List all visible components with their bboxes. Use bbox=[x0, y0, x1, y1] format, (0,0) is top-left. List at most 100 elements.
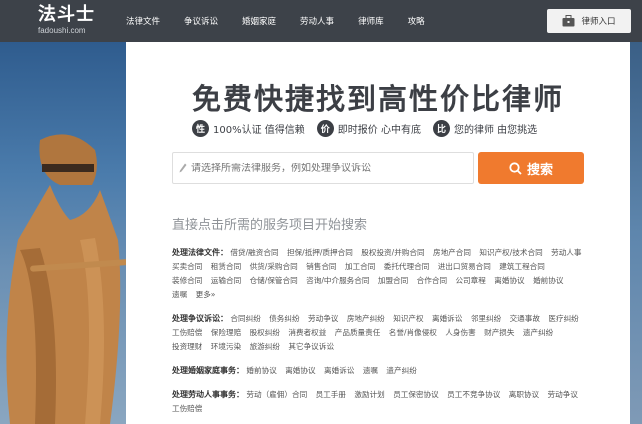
category-disputes: 处理争议诉讼： 合同纠纷 债务纠纷 劳动争议 房地产纠纷 知识产权 离婚诉讼 邻… bbox=[172, 312, 588, 354]
service-link[interactable]: 房地产合同 bbox=[433, 248, 471, 257]
service-link[interactable]: 劳动争议 bbox=[548, 390, 578, 399]
service-link[interactable]: 销售合同 bbox=[306, 262, 336, 271]
service-link[interactable]: 建筑工程合同 bbox=[499, 262, 545, 271]
service-link[interactable]: 买卖合同 bbox=[172, 262, 202, 271]
service-link[interactable]: 房地产纠纷 bbox=[347, 314, 385, 323]
logo-text: 法斗士 bbox=[38, 4, 95, 25]
service-link[interactable]: 婚前协议 bbox=[246, 366, 276, 375]
service-link[interactable]: 咨询/中介服务合同 bbox=[306, 276, 369, 285]
search-input[interactable] bbox=[191, 162, 461, 174]
nav-item-labor[interactable]: 劳动人事 bbox=[300, 15, 334, 27]
feature-text: 您的律师 由您挑选 bbox=[453, 125, 538, 136]
nav-item-lawyers[interactable]: 律师库 bbox=[358, 15, 384, 27]
service-link[interactable]: 人身伤害 bbox=[445, 328, 475, 337]
service-link[interactable]: 离职协议 bbox=[509, 390, 539, 399]
category-links: 借贷/融资合同 担保/抵押/质押合同 股权投资/并购合同 房地产合同 知识产权/… bbox=[172, 248, 588, 299]
service-link[interactable]: 离婚诉讼 bbox=[432, 314, 462, 323]
service-link[interactable]: 名誉/肖像侵权 bbox=[389, 328, 437, 337]
feature-choose-lawyer: 比 您的律师 由您挑选 bbox=[432, 120, 538, 137]
service-link[interactable]: 加盟合同 bbox=[378, 276, 408, 285]
service-link[interactable]: 合同纠纷 bbox=[230, 314, 260, 323]
pencil-icon bbox=[179, 163, 187, 173]
service-link[interactable]: 交通事故 bbox=[510, 314, 540, 323]
top-header: 法斗士 fadoushi.com 法律文件 争议诉讼 婚姻家庭 劳动人事 律师库… bbox=[0, 0, 642, 42]
feature-instant-quote: 价 即时报价 心中有底 bbox=[316, 120, 421, 137]
service-categories: 处理法律文件： 借贷/融资合同 担保/抵押/质押合同 股权投资/并购合同 房地产… bbox=[172, 246, 588, 424]
service-link[interactable]: 离婚协议 bbox=[494, 276, 524, 285]
service-link[interactable]: 邻里纠纷 bbox=[471, 314, 501, 323]
category-title: 处理法律文件： bbox=[172, 248, 228, 257]
category-labor: 处理劳动人事事务： 劳动（雇佣）合同 员工手册 激励计划 员工保密协议 员工不竞… bbox=[172, 388, 588, 416]
category-family: 处理婚姻家庭事务： 婚前协议 离婚协议 离婚诉讼 遗嘱 遗产纠纷 bbox=[172, 364, 588, 378]
feature-list: 性 100%认证 值得信赖 价 即时报价 心中有底 比 您的律师 由您挑选 bbox=[192, 120, 549, 137]
service-link[interactable]: 知识产权 bbox=[393, 314, 423, 323]
service-link[interactable]: 工伤赔偿 bbox=[172, 328, 202, 337]
service-link[interactable]: 环境污染 bbox=[211, 342, 241, 351]
search-field[interactable] bbox=[172, 152, 474, 184]
service-link[interactable]: 遗嘱 bbox=[363, 366, 378, 375]
service-link[interactable]: 加工合同 bbox=[345, 262, 375, 271]
nav-item-guides[interactable]: 攻略 bbox=[408, 15, 425, 27]
service-link[interactable]: 知识产权/技术合同 bbox=[479, 248, 542, 257]
category-title: 处理劳动人事事务： bbox=[172, 390, 244, 399]
nav-item-family[interactable]: 婚姻家庭 bbox=[242, 15, 276, 27]
feature-badge-icon: 价 bbox=[316, 120, 334, 137]
feature-certified: 性 100%认证 值得信赖 bbox=[192, 120, 305, 137]
service-link[interactable]: 租赁合同 bbox=[211, 262, 241, 271]
category-links: 合同纠纷 债务纠纷 劳动争议 房地产纠纷 知识产权 离婚诉讼 邻里纠纷 交通事故… bbox=[172, 314, 585, 351]
service-link[interactable]: 装修合同 bbox=[172, 276, 202, 285]
service-link[interactable]: 激励计划 bbox=[354, 390, 384, 399]
category-title: 处理婚姻家庭事务： bbox=[172, 366, 244, 375]
category-legal-documents: 处理法律文件： 借贷/融资合同 担保/抵押/质押合同 股权投资/并购合同 房地产… bbox=[172, 246, 588, 302]
service-link[interactable]: 供货/采购合同 bbox=[250, 262, 298, 271]
feature-badge-icon: 性 bbox=[192, 120, 209, 137]
service-link[interactable]: 财产损失 bbox=[484, 328, 514, 337]
lawyer-entry-button[interactable]: 律师入口 bbox=[547, 9, 631, 33]
service-link[interactable]: 旅游纠纷 bbox=[250, 342, 280, 351]
nav-item-legal-documents[interactable]: 法律文件 bbox=[126, 15, 160, 27]
feature-text: 100%认证 值得信赖 bbox=[213, 125, 305, 136]
service-link[interactable]: 遗产纠纷 bbox=[386, 366, 416, 375]
nav-item-disputes[interactable]: 争议诉讼 bbox=[184, 15, 218, 27]
service-link[interactable]: 婚前协议 bbox=[533, 276, 563, 285]
service-link[interactable]: 劳动（雇佣）合同 bbox=[246, 390, 307, 399]
service-link[interactable]: 投资理财 bbox=[172, 342, 202, 351]
service-link[interactable]: 员工保密协议 bbox=[393, 390, 439, 399]
category-title: 处理争议诉讼： bbox=[172, 314, 228, 323]
service-link[interactable]: 合作合同 bbox=[417, 276, 447, 285]
service-link[interactable]: 劳动人事 bbox=[551, 248, 581, 257]
service-link[interactable]: 遗产纠纷 bbox=[523, 328, 553, 337]
service-link[interactable]: 其它争议诉讼 bbox=[288, 342, 334, 351]
service-link[interactable]: 员工手册 bbox=[316, 390, 346, 399]
briefcase-icon bbox=[562, 15, 575, 27]
category-links: 婚前协议 离婚协议 离婚诉讼 遗嘱 遗产纠纷 bbox=[246, 366, 422, 375]
service-link[interactable]: 消费者权益 bbox=[288, 328, 326, 337]
service-link[interactable]: 借贷/融资合同 bbox=[230, 248, 278, 257]
service-link[interactable]: 离婚协议 bbox=[285, 366, 315, 375]
service-link[interactable]: 进出口贸易合同 bbox=[438, 262, 491, 271]
main-card: 免费快捷找到高性价比律师 性 100%认证 值得信赖 价 即时报价 心中有底 比… bbox=[126, 42, 630, 424]
service-link[interactable]: 担保/抵押/质押合同 bbox=[287, 248, 353, 257]
feature-badge-icon: 比 bbox=[432, 120, 450, 137]
service-link[interactable]: 债务纠纷 bbox=[269, 314, 299, 323]
search-button[interactable]: 搜索 bbox=[478, 152, 584, 184]
site-logo[interactable]: 法斗士 fadoushi.com bbox=[38, 4, 95, 36]
feature-text: 即时报价 心中有底 bbox=[337, 125, 421, 136]
service-link[interactable]: 运输合同 bbox=[211, 276, 241, 285]
service-link[interactable]: 员工不竞争协议 bbox=[447, 390, 500, 399]
lady-justice-statue-image bbox=[6, 134, 121, 424]
service-link[interactable]: 更多» bbox=[196, 290, 216, 299]
service-link[interactable]: 工伤赔偿 bbox=[172, 404, 202, 413]
service-link[interactable]: 仓储/保管合同 bbox=[250, 276, 298, 285]
service-link[interactable]: 产品质量责任 bbox=[335, 328, 381, 337]
service-link[interactable]: 遗嘱 bbox=[172, 290, 187, 299]
service-link[interactable]: 劳动争议 bbox=[308, 314, 338, 323]
service-link[interactable]: 股权投资/并购合同 bbox=[361, 248, 424, 257]
service-link[interactable]: 离婚诉讼 bbox=[324, 366, 354, 375]
page-headline: 免费快捷找到高性价比律师 bbox=[191, 82, 564, 116]
service-link[interactable]: 股权纠纷 bbox=[250, 328, 280, 337]
service-link[interactable]: 委托代理合同 bbox=[384, 262, 430, 271]
service-link[interactable]: 公司章程 bbox=[455, 276, 485, 285]
service-link[interactable]: 医疗纠纷 bbox=[548, 314, 578, 323]
service-link[interactable]: 保险理赔 bbox=[211, 328, 241, 337]
